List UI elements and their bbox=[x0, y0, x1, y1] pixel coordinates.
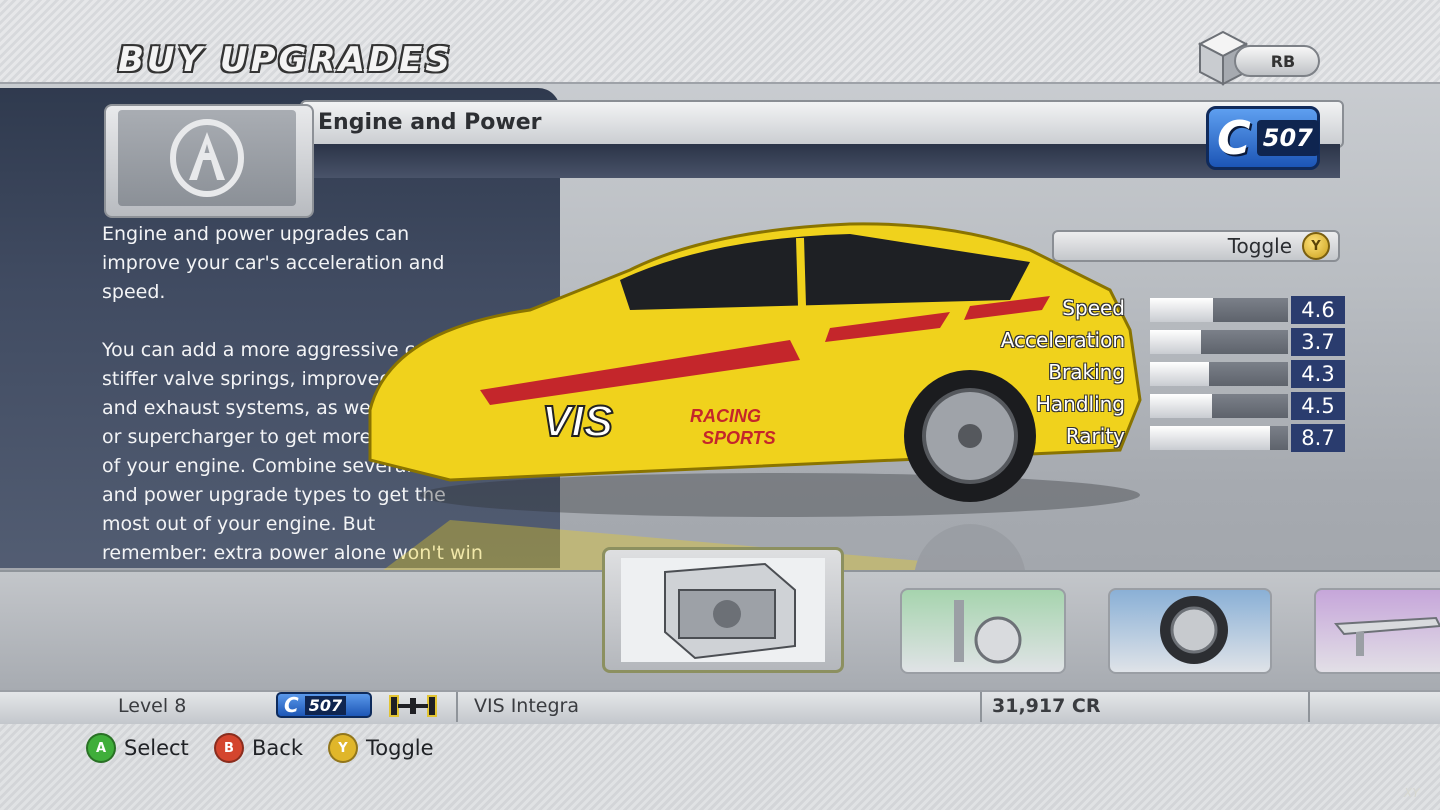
driver-level: Level 8 bbox=[118, 695, 187, 717]
stat-bar-fill bbox=[1150, 298, 1214, 322]
prompt-back[interactable]: B Back bbox=[214, 733, 303, 763]
y-button-icon: Y bbox=[1302, 232, 1330, 260]
stat-bar bbox=[1150, 298, 1288, 322]
section-title: Engine and Power bbox=[318, 110, 542, 135]
car-decal-sports: SPORTS bbox=[702, 428, 776, 448]
class-value: 507 bbox=[1256, 120, 1319, 156]
status-divider bbox=[980, 692, 982, 722]
prompt-toggle[interactable]: Y Toggle bbox=[328, 733, 434, 763]
car-logo-text: VIS bbox=[542, 397, 613, 446]
stat-bar bbox=[1150, 394, 1288, 418]
stat-row-rarity: Rarity 8.7 bbox=[980, 424, 1345, 452]
performance-class-badge: C 507 bbox=[1206, 106, 1320, 170]
stat-row-braking: Braking 4.3 bbox=[980, 360, 1345, 388]
wheel-tire-icon bbox=[1160, 596, 1228, 664]
status-divider bbox=[1308, 692, 1310, 722]
car-decal-racing: RACING bbox=[690, 406, 761, 426]
rb-shortcut[interactable]: RB bbox=[1198, 30, 1323, 90]
prompt-label: Select bbox=[124, 736, 189, 760]
page-title: BUY UPGRADES bbox=[118, 40, 453, 80]
stat-label: Acceleration bbox=[1000, 328, 1125, 352]
stat-bar-fill bbox=[1150, 362, 1210, 386]
toggle-chip-label: Toggle bbox=[1227, 234, 1292, 258]
stat-value: 3.7 bbox=[1291, 328, 1345, 356]
credits: 31,917 CR bbox=[992, 695, 1101, 717]
b-button-icon: B bbox=[214, 733, 244, 763]
acura-logo-icon bbox=[170, 119, 244, 197]
stat-value: 8.7 bbox=[1291, 424, 1345, 452]
stat-label: Speed bbox=[1062, 296, 1125, 320]
status-class-badge: C 507 bbox=[276, 692, 372, 718]
stat-row-speed: Speed 4.6 bbox=[980, 296, 1345, 324]
prompt-label: Back bbox=[252, 736, 303, 760]
status-class-value: 507 bbox=[304, 695, 347, 715]
stat-value: 4.5 bbox=[1291, 392, 1345, 420]
class-letter: C bbox=[1217, 111, 1251, 165]
rb-button[interactable]: RB bbox=[1234, 45, 1320, 77]
stat-bar bbox=[1150, 362, 1288, 386]
stat-label: Handling bbox=[1035, 392, 1125, 416]
watermark: XY bbox=[1404, 786, 1420, 800]
stat-label: Braking bbox=[1048, 360, 1125, 384]
manufacturer-logo bbox=[118, 110, 296, 206]
stat-bar-fill bbox=[1150, 426, 1271, 450]
stat-row-handling: Handling 4.5 bbox=[980, 392, 1345, 420]
category-card-engine[interactable] bbox=[602, 547, 844, 673]
y-button-icon: Y bbox=[328, 733, 358, 763]
stat-row-acceleration: Acceleration 3.7 bbox=[980, 328, 1345, 356]
a-button-icon: A bbox=[86, 733, 116, 763]
engine-block-icon bbox=[621, 558, 825, 662]
status-divider bbox=[456, 692, 458, 722]
status-bar bbox=[0, 690, 1440, 726]
prompt-label: Toggle bbox=[366, 736, 434, 760]
category-card-aero[interactable] bbox=[1314, 588, 1440, 674]
status-class-letter: C bbox=[284, 693, 299, 717]
stat-label: Rarity bbox=[1065, 424, 1125, 448]
spoiler-icon bbox=[1334, 616, 1440, 656]
stat-bar bbox=[1150, 426, 1288, 450]
stat-bar-fill bbox=[1150, 330, 1202, 354]
section-header-underbar bbox=[300, 144, 1340, 178]
category-card-brakes[interactable] bbox=[900, 588, 1066, 674]
prompt-select[interactable]: A Select bbox=[86, 733, 189, 763]
drivetrain-icon bbox=[389, 695, 437, 717]
category-card-wheels[interactable] bbox=[1108, 588, 1272, 674]
brake-suspension-icon bbox=[954, 600, 1022, 664]
toggle-chip[interactable]: Toggle Y bbox=[1052, 230, 1340, 262]
stat-bar-fill bbox=[1150, 394, 1213, 418]
stat-value: 4.6 bbox=[1291, 296, 1345, 324]
car-name: VIS Integra bbox=[474, 695, 580, 717]
stat-bar bbox=[1150, 330, 1288, 354]
stat-value: 4.3 bbox=[1291, 360, 1345, 388]
